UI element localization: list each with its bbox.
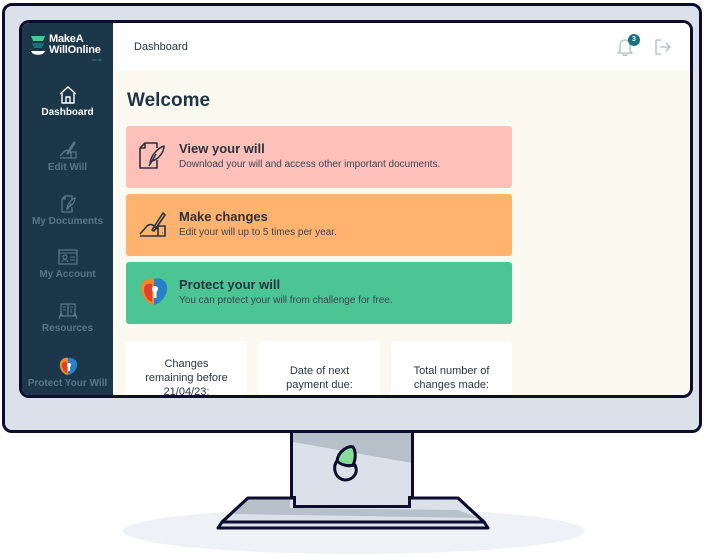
shield-keyhole-icon bbox=[140, 278, 168, 305]
stand-logo-icon bbox=[333, 445, 358, 482]
sidebar-item-label: My Account bbox=[39, 269, 96, 280]
document-quill-icon bbox=[60, 195, 76, 213]
logout-icon[interactable] bbox=[654, 38, 672, 56]
notification-badge: 3 bbox=[628, 34, 640, 46]
app-window: MakeA WillOnline .co.uk Dashboard Edit W… bbox=[22, 23, 690, 395]
top-bar: Dashboard 3 bbox=[113, 23, 690, 70]
monitor-frame: MakeA WillOnline .co.uk Dashboard Edit W… bbox=[2, 3, 702, 433]
neck-top-cover bbox=[293, 496, 411, 508]
stat-changes-remaining: Changes remaining before 21/04/23: bbox=[126, 341, 247, 395]
stat-next-payment: Date of next payment due: bbox=[259, 341, 380, 395]
sidebar: MakeA WillOnline .co.uk Dashboard Edit W… bbox=[22, 23, 113, 395]
brand-name-line2: WillOnline bbox=[49, 44, 101, 56]
brand-domain-suffix: .co.uk bbox=[91, 57, 102, 62]
home-icon bbox=[59, 86, 76, 104]
view-will-card[interactable]: View your will Download your will and ac… bbox=[126, 126, 512, 188]
card-description: Download your will and access other impo… bbox=[179, 159, 441, 170]
protect-will-card[interactable]: Protect your will You can protect your w… bbox=[126, 262, 512, 324]
open-book-icon bbox=[57, 303, 78, 320]
monitor-screen: MakeA WillOnline .co.uk Dashboard Edit W… bbox=[19, 20, 693, 398]
hand-writing-icon bbox=[59, 141, 77, 159]
sidebar-item-label: My Documents bbox=[31, 216, 104, 227]
logo-mark-icon bbox=[31, 36, 45, 55]
card-description: You can protect your will from challenge… bbox=[179, 295, 393, 306]
sidebar-item-label: Resources bbox=[41, 323, 94, 334]
sidebar-item-dashboard[interactable]: Dashboard bbox=[22, 85, 113, 118]
sidebar-item-edit-will[interactable]: Edit Will bbox=[22, 140, 113, 173]
main-content: Welcome View your will Download your wil… bbox=[113, 70, 690, 395]
card-title: Make changes bbox=[179, 209, 268, 224]
sidebar-item-protect-your-will[interactable]: Protect Your Will bbox=[22, 356, 113, 389]
stat-total-changes: Total number of changes made: bbox=[391, 341, 512, 395]
sidebar-item-my-account[interactable]: My Account bbox=[22, 247, 113, 280]
page-title: Welcome bbox=[127, 90, 211, 111]
card-title: View your will bbox=[179, 141, 265, 156]
hand-writing-icon bbox=[139, 212, 166, 237]
sidebar-item-label: Dashboard bbox=[41, 107, 94, 118]
shield-keyhole-icon bbox=[59, 357, 77, 375]
sidebar-item-label: Edit Will bbox=[47, 162, 88, 173]
card-title: Protect your will bbox=[179, 277, 281, 292]
breadcrumb: Dashboard bbox=[134, 41, 188, 53]
sidebar-item-label: Protect Your Will bbox=[27, 378, 108, 389]
brand-logo[interactable]: MakeA WillOnline .co.uk bbox=[31, 34, 111, 66]
sidebar-item-resources[interactable]: Resources bbox=[22, 301, 113, 334]
make-changes-card[interactable]: Make changes Edit your will up to 5 time… bbox=[126, 194, 512, 256]
card-description: Edit your will up to 5 times per year. bbox=[179, 227, 337, 238]
document-quill-icon bbox=[139, 142, 165, 169]
id-card-icon bbox=[57, 249, 78, 265]
sidebar-item-my-documents[interactable]: My Documents bbox=[22, 194, 113, 227]
